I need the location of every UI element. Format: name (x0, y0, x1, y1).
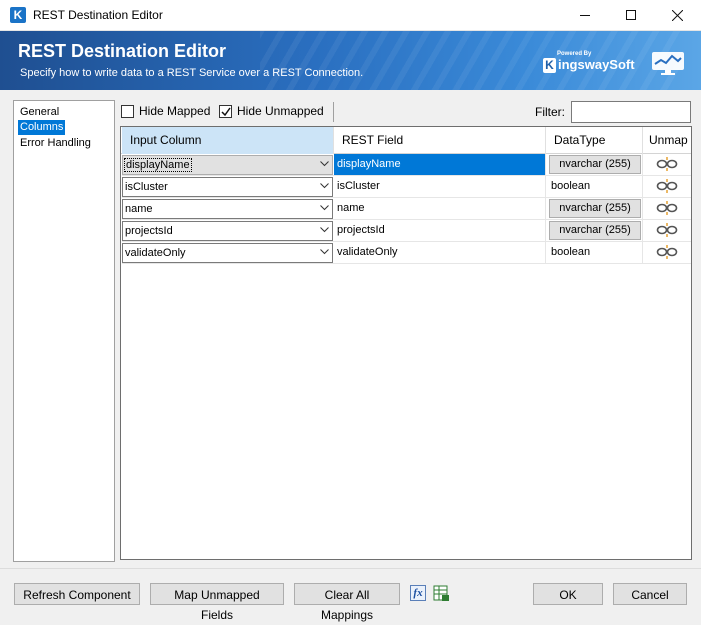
filter-label: Filter: (535, 105, 565, 119)
minimize-icon (580, 15, 590, 16)
unmap-cell[interactable] (643, 198, 691, 219)
checkmark-icon (221, 107, 231, 117)
logo-brand: ingswaySoft (558, 57, 635, 72)
input-column-select[interactable]: displayName (122, 155, 333, 175)
close-button[interactable] (654, 0, 700, 31)
unlink-chain-icon (656, 223, 678, 237)
table-row[interactable]: validateOnly validateOnly boolean (122, 242, 691, 264)
input-column-value: displayName (124, 158, 192, 172)
datatype-cell: nvarchar (255) (546, 154, 643, 175)
header-banner: REST Destination Editor Specify how to w… (0, 31, 701, 90)
chevron-down-icon (320, 249, 329, 255)
cancel-button[interactable]: Cancel (613, 583, 687, 605)
minimize-button[interactable] (562, 0, 608, 31)
unmap-cell[interactable] (643, 154, 691, 175)
unlink-chain-icon (656, 201, 678, 215)
input-column-value: isCluster (125, 181, 168, 193)
input-column-select[interactable]: name (122, 199, 333, 219)
chevron-down-icon (320, 227, 329, 233)
datatype-cell: boolean (546, 242, 643, 263)
hide-unmapped-label: Hide Unmapped (237, 104, 324, 118)
map-unmapped-fields-button[interactable]: Map Unmapped Fields (150, 583, 284, 622)
unmap-cell[interactable] (643, 242, 691, 263)
table-row[interactable]: projectsId projectsId nvarchar (255) (122, 220, 691, 242)
datatype-cell: nvarchar (255) (546, 198, 643, 219)
window-title: REST Destination Editor (33, 8, 163, 22)
chevron-down-icon (320, 183, 329, 189)
rest-field-cell[interactable]: validateOnly (334, 242, 546, 263)
header-input-column[interactable]: Input Column (122, 127, 334, 154)
nav-item-columns[interactable]: Columns (18, 120, 66, 135)
banner-title: REST Destination Editor (18, 41, 227, 61)
rest-field-cell[interactable]: name (334, 198, 546, 219)
spreadsheet-icon[interactable] (433, 585, 450, 602)
datatype-cell: nvarchar (255) (546, 220, 643, 241)
unmap-cell[interactable] (643, 176, 691, 197)
rest-field-cell[interactable]: isCluster (334, 176, 546, 197)
close-icon (672, 10, 683, 21)
table-row[interactable]: displayName displayName nvarchar (255) (122, 154, 691, 176)
logo-k-icon: K (543, 58, 556, 73)
left-navigation: General Columns Error Handling (13, 100, 115, 562)
hide-mapped-label: Hide Mapped (139, 104, 211, 118)
toolbar-separator (333, 102, 334, 122)
fx-expression-icon[interactable]: fx (410, 585, 426, 601)
input-column-select[interactable]: validateOnly (122, 243, 333, 263)
datatype-value: boolean (551, 246, 591, 258)
unlink-chain-icon (656, 245, 678, 259)
datatype-value: boolean (551, 180, 591, 192)
header-unmap[interactable]: Unmap (643, 127, 691, 154)
datatype-button[interactable]: nvarchar (255) (549, 199, 641, 218)
rest-field-cell[interactable]: displayName (334, 154, 546, 175)
header-datatype[interactable]: DataType (546, 127, 643, 154)
datatype-button[interactable]: nvarchar (255) (549, 221, 641, 240)
monitor-chart-icon (652, 52, 684, 75)
unlink-chain-icon (656, 157, 678, 171)
banner-subtitle: Specify how to write data to a REST Serv… (20, 67, 364, 79)
ok-button[interactable]: OK (533, 583, 603, 605)
title-bar: K REST Destination Editor (0, 0, 701, 31)
grid-header: Input Column REST Field DataType Unmap (121, 127, 691, 154)
input-column-value: projectsId (125, 225, 173, 237)
kingswaysoft-logo: Powered By K ingswaySoft (543, 51, 635, 75)
filter-input[interactable] (571, 101, 691, 123)
header-rest-field[interactable]: REST Field (334, 127, 546, 154)
column-mapping-grid: Input Column REST Field DataType Unmap d… (120, 126, 692, 560)
footer-separator (0, 568, 701, 569)
rest-field-cell[interactable]: projectsId (334, 220, 546, 241)
unmap-cell[interactable] (643, 220, 691, 241)
nav-item-error-handling[interactable]: Error Handling (18, 136, 93, 151)
chevron-down-icon (320, 161, 329, 167)
datatype-cell: boolean (546, 176, 643, 197)
unlink-chain-icon (656, 179, 678, 193)
nav-item-general[interactable]: General (18, 105, 61, 120)
datatype-button[interactable]: nvarchar (255) (549, 155, 641, 174)
maximize-button[interactable] (608, 0, 654, 31)
refresh-component-button[interactable]: Refresh Component (14, 583, 140, 605)
table-row[interactable]: name name nvarchar (255) (122, 198, 691, 220)
kingswaysoft-k-icon: K (10, 7, 26, 23)
hide-mapped-checkbox[interactable] (121, 105, 134, 118)
input-column-value: name (125, 203, 153, 215)
clear-all-mappings-button[interactable]: Clear All Mappings (294, 583, 400, 622)
hide-unmapped-checkbox[interactable] (219, 105, 232, 118)
input-column-value: validateOnly (125, 247, 186, 259)
chevron-down-icon (320, 205, 329, 211)
input-column-select[interactable]: isCluster (122, 177, 333, 197)
table-row[interactable]: isCluster isCluster boolean (122, 176, 691, 198)
columns-toolbar: Hide Mapped Hide Unmapped Filter: (120, 100, 692, 124)
input-column-select[interactable]: projectsId (122, 221, 333, 241)
maximize-icon (626, 10, 636, 20)
